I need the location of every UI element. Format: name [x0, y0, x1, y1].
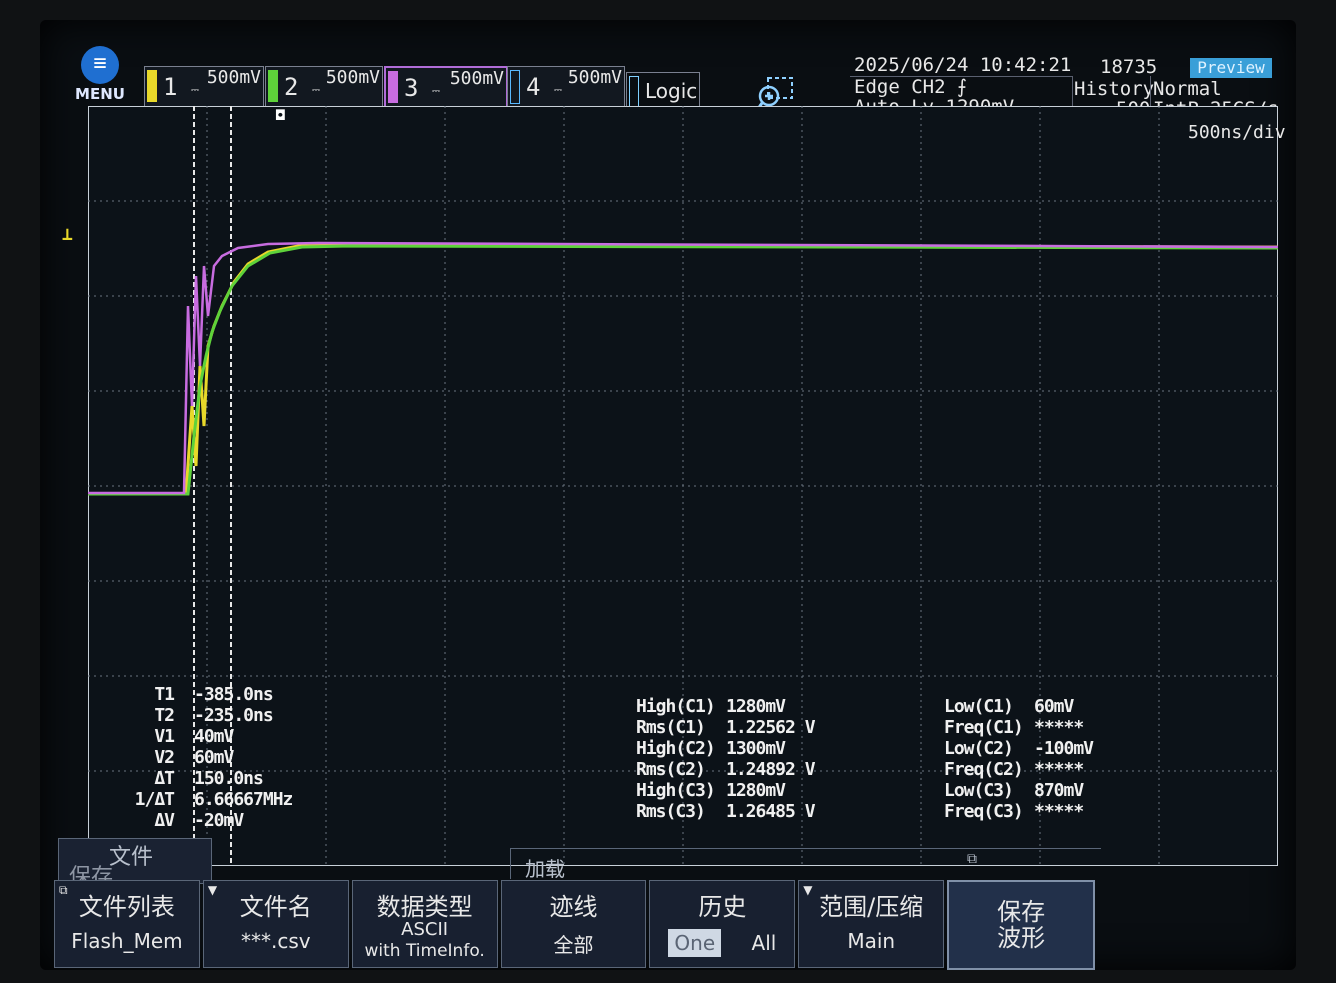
- dc-coupling-icon: ⎓: [191, 85, 199, 96]
- dc-coupling-icon: ⎓: [312, 85, 320, 96]
- dc-coupling-icon: ⎓: [554, 85, 562, 96]
- logic-color: [629, 76, 639, 108]
- measure-value: 60mV: [1034, 696, 1074, 717]
- dc-coupling-icon: ⎓: [432, 86, 440, 97]
- softkey-value: 全部: [553, 933, 594, 957]
- cursor-t2-value: -235.0ns: [194, 705, 274, 726]
- preview-badge[interactable]: Preview: [1190, 58, 1272, 78]
- save-waveform-button[interactable]: 保存 波形: [947, 880, 1096, 970]
- channel-2-scale: 500mV: [325, 67, 380, 88]
- softkey-label: 数据类型: [376, 893, 473, 921]
- file-tab-label: 文件: [109, 845, 154, 870]
- trigger-position-marker: ◘: [276, 108, 285, 124]
- waveform-label: 波形: [997, 924, 1046, 952]
- acquisition-mode: Normal: [1153, 78, 1222, 100]
- channel-3-box[interactable]: 3 ⎓ 500mV: [384, 66, 508, 110]
- channel-4-color: [510, 70, 520, 104]
- channel-2-color: [268, 70, 278, 102]
- trigger-type: Edge CH2 ⨍: [854, 76, 967, 98]
- measure-label: High(C1): [636, 696, 716, 717]
- measure-label: Freq(C2): [944, 759, 1024, 780]
- measure-label: Rms(C1): [636, 717, 706, 738]
- softkey-range[interactable]: ▼ 范围/压缩 Main: [798, 880, 945, 968]
- measure-value: 1.22562 V: [726, 717, 816, 738]
- softkey-file-name[interactable]: ▼ 文件名 ***.csv: [202, 880, 349, 968]
- load-label: 加载: [525, 857, 565, 881]
- softkey-value: ***.csv: [240, 929, 311, 953]
- history-all-option[interactable]: All: [752, 931, 777, 955]
- measure-label: Rms(C2): [636, 759, 706, 780]
- softkey-label: 文件名: [239, 893, 312, 921]
- softkey-data-type[interactable]: 数据类型 ASCII with TimeInfo.: [351, 880, 498, 968]
- menu-label: MENU: [75, 85, 125, 103]
- measure-value: 1280mV: [726, 696, 786, 717]
- softkey-value: ASCII: [401, 919, 449, 940]
- cursor-dv-value: -20mV: [194, 810, 244, 831]
- softkey-label: 历史: [698, 893, 747, 921]
- measure-value: -100mV: [1034, 738, 1094, 759]
- measurement-table-right: Low(C1) 60mV Freq(C1) ***** Low(C2) -100mV …: [944, 696, 1094, 822]
- cursor-labels: T1 T2 V1 V2 ΔT 1/ΔT ΔV: [134, 684, 175, 831]
- history-one-option[interactable]: One: [668, 929, 722, 957]
- channel-2-box[interactable]: 2 ⎓ 500mV: [265, 66, 383, 108]
- measure-label: Low(C1): [944, 696, 1014, 717]
- cursor-v1-value: 40mV: [194, 726, 234, 747]
- softkey-label: 迹线: [549, 893, 598, 921]
- menu-icon: ≡: [81, 46, 119, 84]
- channel-4-number: 4: [526, 73, 541, 101]
- softkey-trace[interactable]: 迹线 全部: [500, 880, 647, 968]
- measure-label: High(C2): [636, 738, 716, 759]
- measure-label: Freq(C3): [944, 801, 1024, 822]
- softkey-file-list[interactable]: ⧉ 文件列表 Flash_Mem: [54, 880, 200, 968]
- channel-1-number: 1: [163, 73, 178, 101]
- cursor-v2-value: 60mV: [194, 747, 234, 768]
- softkey-value: Flash_Mem: [71, 929, 183, 953]
- acquisition-count: 18735: [1100, 56, 1158, 78]
- menu-button[interactable]: ≡ MENU: [70, 46, 130, 103]
- load-tab[interactable]: 加载 ⧉: [510, 848, 1101, 881]
- softkey-bar: ⧉ 文件列表 Flash_Mem ▼ 文件名 ***.csv 数据类型 ASCI…: [54, 880, 1098, 970]
- measure-value: 1300mV: [726, 738, 786, 759]
- channel-3-scale: 500mV: [449, 68, 504, 89]
- measure-value: *****: [1034, 801, 1084, 822]
- cursor-dt-value: 150.0ns: [194, 768, 264, 789]
- datetime: 2025/06/24 10:42:21: [854, 54, 1072, 76]
- measure-label: Low(C2): [944, 738, 1014, 759]
- cursor-values: -385.0ns -235.0ns 40mV 60mV 150.0ns 6.66…: [194, 684, 293, 831]
- softkey-history[interactable]: 历史 One All: [649, 880, 796, 968]
- channel-1-box[interactable]: 1 ⎓ 500mV: [144, 66, 264, 108]
- channel-4-box[interactable]: 4 ⎓ 500mV: [507, 66, 625, 108]
- measure-label: Rms(C3): [636, 801, 706, 822]
- measure-label: High(C3): [636, 780, 716, 801]
- channel-3-color: [388, 71, 398, 103]
- channel-4-scale: 500mV: [567, 67, 622, 88]
- cursor-t1-value: -385.0ns: [194, 684, 274, 705]
- channel-1-scale: 500mV: [206, 67, 261, 88]
- timebase: 500ns/div: [1188, 122, 1286, 143]
- softkey-value-2: with TimeInfo.: [364, 941, 485, 961]
- status-divider: [850, 76, 1072, 77]
- popout-icon: ⧉: [967, 851, 977, 867]
- measure-value: 1.24892 V: [726, 759, 816, 780]
- softkey-value: Main: [847, 929, 896, 953]
- logic-label: Logic: [645, 79, 698, 103]
- trigger-level-icon: ⊥: [62, 224, 73, 245]
- softkey-label: 范围/压缩: [819, 893, 924, 921]
- cursor-invdt-value: 6.66667MHz: [194, 789, 293, 810]
- history-label[interactable]: History: [1074, 78, 1154, 100]
- softkey-label: 文件列表: [78, 893, 175, 921]
- measure-value: 870mV: [1034, 780, 1084, 801]
- measurement-table-left: High(C1) 1280mV Rms(C1) 1.22562 V High(C2)…: [636, 696, 816, 822]
- measure-value: 1280mV: [726, 780, 786, 801]
- channel-2-number: 2: [284, 73, 299, 101]
- measure-value: *****: [1034, 759, 1084, 780]
- measure-label: Low(C3): [944, 780, 1014, 801]
- channel-1-color: [147, 70, 157, 102]
- channel-3-number: 3: [404, 74, 419, 102]
- measure-label: Freq(C1): [944, 717, 1024, 738]
- measure-value: 1.26485 V: [726, 801, 816, 822]
- measure-value: *****: [1034, 717, 1084, 738]
- file-menu-tab[interactable]: 文件 保存: [58, 838, 212, 890]
